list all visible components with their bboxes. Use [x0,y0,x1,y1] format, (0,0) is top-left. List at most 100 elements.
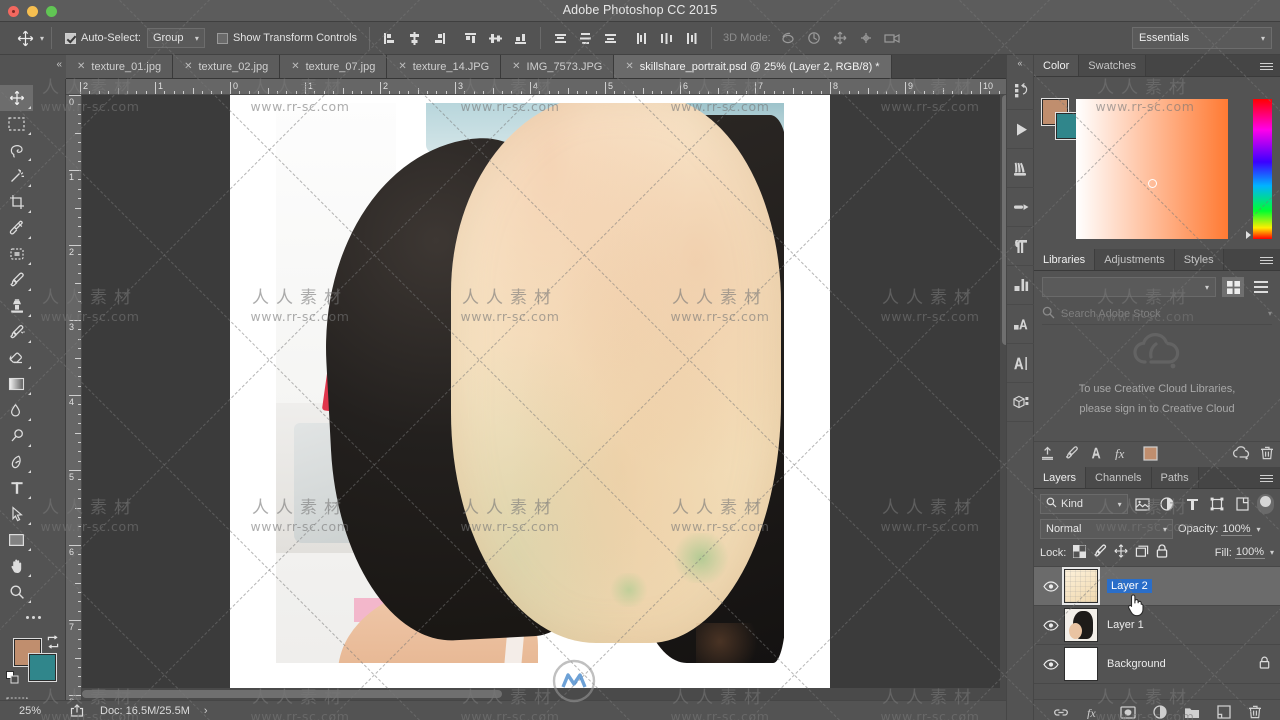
lock-transparent-pixels-icon[interactable] [1072,544,1087,561]
trash-icon[interactable] [1260,446,1274,463]
zoom-tool[interactable] [0,579,33,605]
workspace-selector[interactable]: Essentials ▾ [1132,27,1272,49]
brush-presets-icon[interactable] [1007,149,1035,188]
layer-thumbnail[interactable] [1062,567,1100,605]
paragraph-icon[interactable] [1007,227,1035,266]
creative-cloud-icon[interactable] [1232,446,1250,463]
layer-thumbnail[interactable] [1064,608,1098,642]
collapse-panel-icon[interactable]: « [56,59,62,70]
distribute-vertical-centers-icon[interactable] [573,27,598,49]
zoom-level-field[interactable]: 25% [0,705,60,717]
hand-tool[interactable] [0,553,33,579]
document-paper[interactable] [230,95,830,695]
document-tab[interactable]: ✕ texture_02.jpg [173,55,281,78]
align-left-edges-icon[interactable] [377,27,402,49]
tab-layers[interactable]: Layers [1034,467,1087,488]
new-fill-adjustment-icon[interactable] [1152,705,1167,720]
character-styles-icon[interactable] [1007,266,1035,305]
adobe-stock-search[interactable]: Search Adobe Stock ▾ [1042,303,1272,325]
close-tab-icon[interactable]: ✕ [625,61,633,72]
slide-3d-object-icon[interactable] [853,27,879,49]
filter-smart-object-icon[interactable] [1232,494,1252,514]
distribute-right-edges-icon[interactable] [679,27,704,49]
tab-adjustments[interactable]: Adjustments [1095,249,1175,270]
distribute-bottom-edges-icon[interactable] [598,27,623,49]
history-brush-tool[interactable] [0,319,33,345]
blur-tool[interactable] [0,397,33,423]
brush-tool[interactable] [0,267,33,293]
auto-select-checkbox-box[interactable] [65,32,77,44]
brush-settings-icon[interactable] [1007,188,1035,227]
add-layer-style-icon[interactable]: fx [1115,446,1133,463]
lock-all-icon[interactable] [1156,544,1168,561]
panel-menu-icon[interactable] [1260,471,1274,485]
layer-visibility-icon[interactable] [1038,580,1064,592]
patch-tool[interactable] [0,241,33,267]
collapse-panels-icon[interactable]: « [1007,55,1033,71]
distribute-horizontal-centers-icon[interactable] [654,27,679,49]
library-selector[interactable]: ▾ [1042,277,1216,297]
rotate-3d-object-icon[interactable] [775,27,801,49]
add-graphic-icon[interactable] [1065,446,1081,463]
close-tab-icon[interactable]: ✕ [398,61,406,72]
opacity-value[interactable]: 100% [1221,523,1252,536]
eyedropper-tool[interactable] [0,215,33,241]
scale-3d-object-icon[interactable] [879,27,905,49]
filter-shape-icon[interactable] [1207,494,1227,514]
align-top-edges-icon[interactable] [458,27,483,49]
roll-3d-object-icon[interactable] [801,27,827,49]
rectangular-marquee-tool[interactable] [0,111,33,137]
layer-style-icon[interactable]: fx [1086,706,1103,720]
share-icon[interactable] [60,704,94,717]
scrollbar-thumb[interactable] [82,690,502,698]
hue-slider[interactable] [1253,99,1272,239]
layer-visibility-icon[interactable] [1038,658,1064,670]
horizontal-ruler[interactable]: 2 1 0 1 2 3 4 5 6 7 8 9 10 [66,79,1012,95]
status-expand-icon[interactable]: › [204,705,208,717]
layer-row[interactable]: Layer 2 [1034,567,1280,606]
link-layers-icon[interactable] [1053,707,1069,720]
layer-name[interactable]: Layer 2 [1107,579,1152,593]
3d-icon[interactable] [1007,383,1035,422]
crop-tool[interactable] [0,189,33,215]
tab-swatches[interactable]: Swatches [1079,55,1146,76]
close-tab-icon[interactable]: ✕ [291,61,299,72]
edit-toolbar-icon[interactable] [0,605,66,629]
lasso-tool[interactable] [0,137,33,163]
grid-view-icon[interactable] [1222,277,1244,297]
filter-pixel-icon[interactable] [1133,494,1153,514]
tab-libraries[interactable]: Libraries [1034,249,1096,270]
filter-adjustment-icon[interactable] [1158,494,1178,514]
distribute-left-edges-icon[interactable] [629,27,654,49]
fill-value[interactable]: 100% [1234,546,1265,559]
align-bottom-edges-icon[interactable] [508,27,533,49]
move-tool[interactable] [0,85,33,111]
show-transform-checkbox-box[interactable] [216,32,228,44]
auto-select-checkbox[interactable]: Auto-Select: [65,32,141,44]
layer-thumbnail[interactable] [1064,647,1098,681]
fill-control[interactable]: Fill: 100% ▾ [1215,546,1274,559]
show-transform-controls-checkbox[interactable]: Show Transform Controls [216,32,357,44]
delete-layer-icon[interactable] [1248,705,1262,720]
filter-enable-toggle[interactable] [1256,494,1274,514]
magic-wand-tool[interactable] [0,163,33,189]
canvas-horizontal-scrollbar[interactable] [82,688,1012,700]
list-view-icon[interactable] [1250,277,1272,297]
blend-mode-dropdown[interactable]: Normal ▾ [1040,519,1173,539]
distribute-top-edges-icon[interactable] [548,27,573,49]
actions-play-icon[interactable] [1007,110,1035,149]
document-tab-active[interactable]: ✕ skillshare_portrait.psd @ 25% (Layer 2… [614,55,892,78]
vertical-ruler[interactable]: 012345678 [66,95,82,700]
gradient-tool[interactable] [0,371,33,397]
align-right-edges-icon[interactable] [427,27,452,49]
new-layer-icon[interactable] [1216,705,1231,720]
tab-color[interactable]: Color [1034,55,1080,76]
panel-menu-icon[interactable] [1260,253,1274,267]
background-color-swatch[interactable] [28,653,57,682]
auto-select-scope-dropdown[interactable]: Group ▾ [146,28,205,48]
eraser-tool[interactable] [0,345,33,371]
lock-image-pixels-icon[interactable] [1093,544,1107,561]
tab-paths[interactable]: Paths [1151,467,1199,488]
layer-visibility-icon[interactable] [1038,619,1064,631]
character-icon[interactable] [1007,344,1035,383]
